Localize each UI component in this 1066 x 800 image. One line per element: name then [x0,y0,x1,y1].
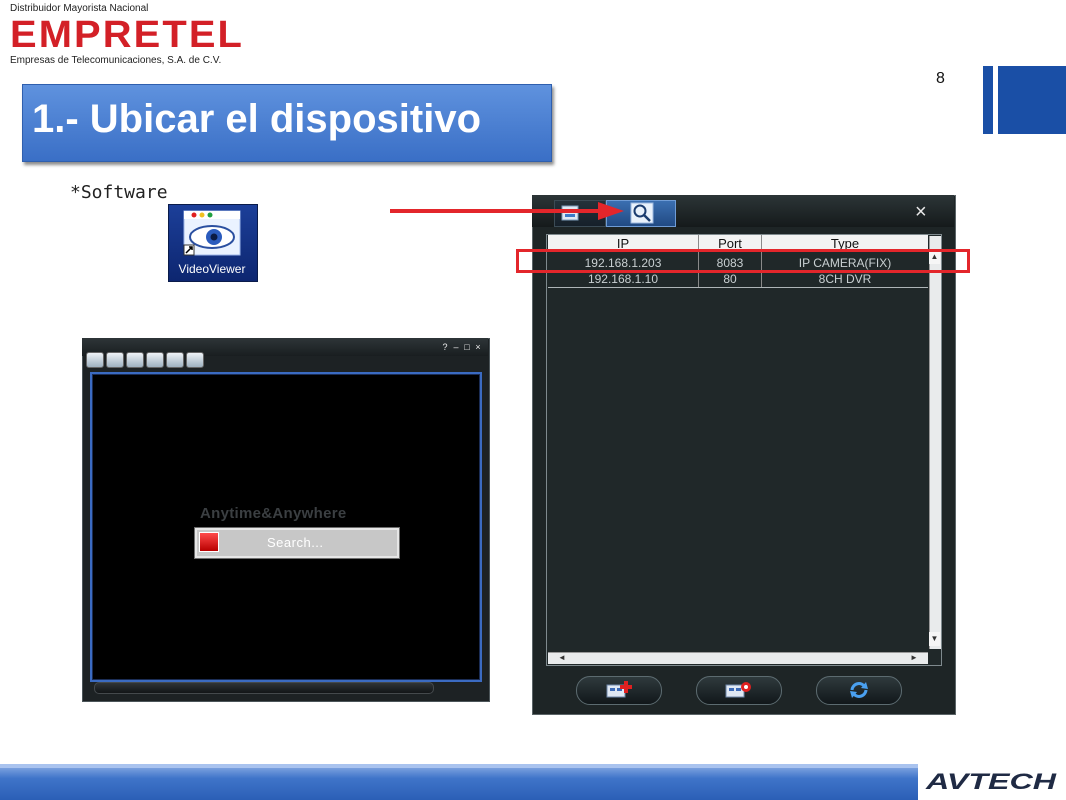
cell-port: 80 [723,272,737,286]
window-controls: ? – □ × [440,342,484,354]
horizontal-scrollbar[interactable] [548,652,928,664]
scroll-right-icon[interactable]: ► [908,652,920,663]
empretel-logo: EMPRETEL [10,14,244,54]
deco-block [998,66,1066,134]
splash-text: Anytime&Anywhere [200,505,347,522]
layout-icon[interactable] [86,352,104,368]
close-icon[interactable]: × [473,342,483,352]
magnifier-icon [630,202,654,224]
page-title: 1.- Ubicar el dispositivo [32,97,482,141]
minimize-icon[interactable]: – [451,342,461,352]
cell-type: 8CH DVR [818,272,872,286]
left-status-bar [94,682,434,694]
avtech-logo: AVTECH [925,769,1058,794]
footer-highlight [0,764,918,768]
svg-text:AVTECH: AVTECH [925,769,1058,794]
software-label: *Software [70,182,168,203]
add-device-icon [606,681,632,698]
video-display [90,372,482,682]
scroll-left-icon[interactable]: ◄ [556,652,568,663]
network-icon[interactable] [146,352,164,368]
logo-subtitle: Empresas de Telecomunicaciones, S.A. de … [10,55,222,66]
svg-text:EMPRETEL: EMPRETEL [10,14,244,54]
info-icon[interactable] [186,352,204,368]
pointer-arrow [390,202,624,220]
deco-stripe [983,66,993,134]
videoviewer-eye-icon [183,210,241,256]
cell-ip: 192.168.1.10 [587,272,659,286]
maximize-icon[interactable]: □ [462,342,472,352]
search-status-icon [199,532,219,552]
record-icon[interactable] [126,352,144,368]
footer-bar [0,764,918,800]
refresh-icon [850,682,868,698]
settings-icon[interactable] [166,352,184,368]
videoviewer-label: VideoViewer [178,262,246,276]
help-icon[interactable]: ? [440,342,450,352]
scroll-down-icon[interactable]: ▼ [929,632,940,646]
device-table [546,234,942,666]
folder-icon[interactable] [106,352,124,368]
logo-tagline: Distribuidor Mayorista Nacional [10,3,149,14]
vertical-scrollbar[interactable] [929,236,941,649]
page-number: 8 [936,70,945,87]
device-gear-icon [725,682,751,698]
search-status-text: Search... [267,535,324,550]
close-icon[interactable]: × [915,201,927,224]
highlight-box [516,249,970,273]
left-toolbar [86,352,206,368]
